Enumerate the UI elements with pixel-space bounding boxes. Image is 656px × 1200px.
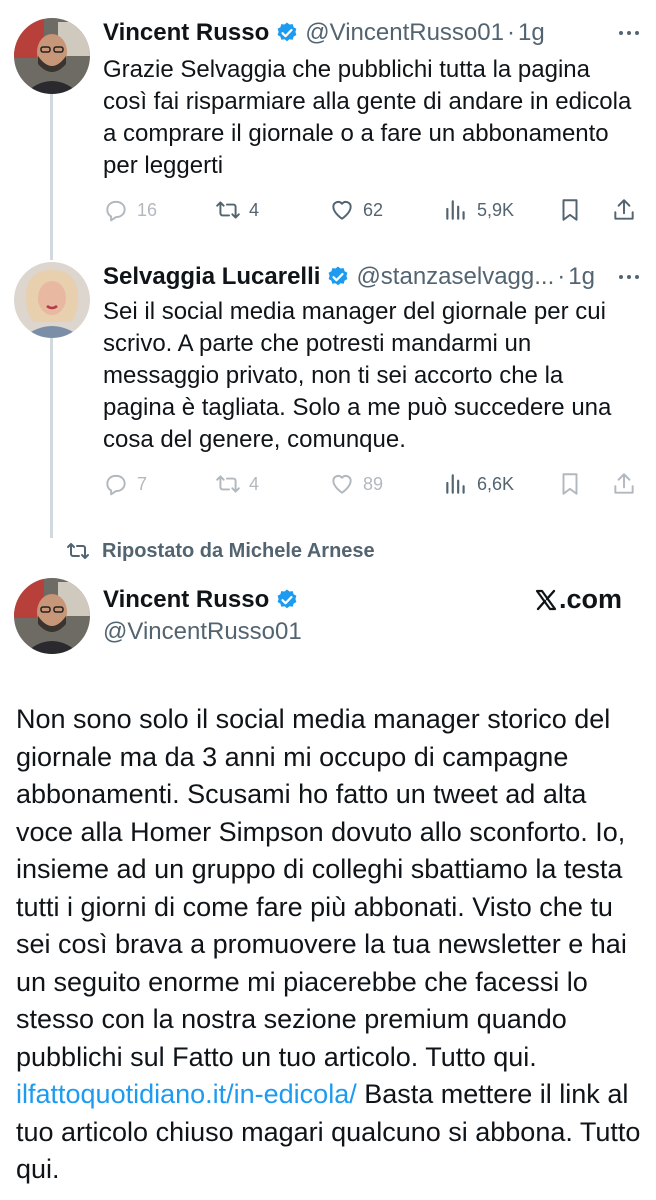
author-handle[interactable]: @VincentRusso01: [305, 19, 504, 47]
bookmark-icon: [562, 199, 578, 221]
reply-count: 7: [137, 473, 148, 494]
tweet-header: Selvaggia Lucarelli @stanzaselvagg... · …: [103, 260, 642, 294]
more-icon[interactable]: [616, 264, 642, 290]
views-count: 6,6K: [477, 473, 515, 494]
tweet-text: Grazie Selvaggia che pubblichi tutta la …: [103, 56, 632, 179]
x-com-label: .com: [559, 584, 623, 614]
reply-button[interactable]: 7: [103, 468, 147, 500]
timestamp[interactable]: 1g: [518, 19, 545, 47]
repost-attribution-label: Ripostato da Michele Arnese: [102, 539, 375, 562]
share-button[interactable]: [611, 468, 645, 500]
repost-count: 4: [249, 473, 260, 494]
main-tweet-text: Non sono solo il social media manager st…: [16, 701, 646, 1189]
like-icon: [332, 200, 352, 220]
tweet-actions: 16 4 62 5,9K: [103, 194, 643, 226]
tweet-header: Vincent Russo @VincentRusso01 · 1g: [103, 16, 642, 50]
tweet-2[interactable]: Selvaggia Lucarelli @stanzaselvagg... · …: [0, 250, 656, 520]
repost-icon: [216, 201, 240, 219]
repost-button[interactable]: 4: [215, 468, 259, 500]
like-count: 89: [363, 473, 384, 494]
reply-button[interactable]: 16: [103, 194, 157, 226]
repost-button[interactable]: 4: [215, 194, 259, 226]
x-logo-icon: [535, 589, 557, 610]
verified-badge-icon: [275, 21, 299, 45]
main-tweet-avatar[interactable]: [14, 578, 90, 654]
repost-icon: [67, 543, 89, 559]
repost-icon: [216, 475, 240, 493]
bookmark-button[interactable]: [557, 194, 591, 226]
tweet-text: Sei il social media manager del giornale…: [103, 298, 612, 453]
views-count: 5,9K: [477, 199, 515, 220]
avatar[interactable]: [14, 18, 90, 94]
main-tweet-author-name[interactable]: Vincent Russo: [103, 584, 299, 616]
share-icon: [614, 199, 634, 220]
article-link[interactable]: ilfattoquotidiano.it/in-edicola/: [16, 1079, 357, 1109]
tweet-actions: 7 4 89 6,6K: [103, 468, 643, 500]
views-icon: [446, 200, 465, 220]
author-name[interactable]: Vincent Russo: [103, 19, 269, 47]
like-button[interactable]: 62: [329, 194, 383, 226]
author-name[interactable]: Selvaggia Lucarelli: [103, 263, 320, 291]
author-name: Vincent Russo: [103, 586, 270, 613]
author-handle[interactable]: @stanzaselvagg...: [356, 263, 554, 291]
main-tweet-author-handle[interactable]: @VincentRusso01: [103, 618, 302, 648]
views-icon: [446, 474, 465, 494]
main-tweet-text-part: Non sono solo il social media manager st…: [16, 704, 627, 1072]
bookmark-button[interactable]: [557, 468, 591, 500]
share-icon: [614, 473, 634, 494]
timestamp[interactable]: 1g: [568, 263, 595, 291]
like-icon: [332, 474, 352, 494]
reply-count: 16: [137, 199, 158, 220]
avatar[interactable]: [14, 262, 90, 338]
views-button[interactable]: 5,9K: [443, 194, 514, 226]
repost-attribution[interactable]: Ripostato da Michele Arnese: [66, 536, 375, 566]
separator-dot: ·: [506, 19, 515, 46]
reply-icon: [106, 200, 126, 222]
more-icon[interactable]: [616, 20, 642, 46]
views-button[interactable]: 6,6K: [443, 468, 514, 500]
verified-badge-icon: [275, 588, 299, 612]
verified-badge-icon: [326, 265, 350, 289]
share-button[interactable]: [611, 194, 645, 226]
separator-dot: ·: [557, 263, 566, 290]
reply-icon: [106, 474, 126, 496]
bookmark-icon: [562, 473, 578, 495]
repost-count: 4: [249, 199, 260, 220]
like-button[interactable]: 89: [329, 468, 383, 500]
like-count: 62: [363, 199, 384, 220]
tweet-1[interactable]: Vincent Russo @VincentRusso01 · 1g Grazi…: [0, 0, 656, 250]
x-com-badge: .com: [534, 584, 622, 615]
